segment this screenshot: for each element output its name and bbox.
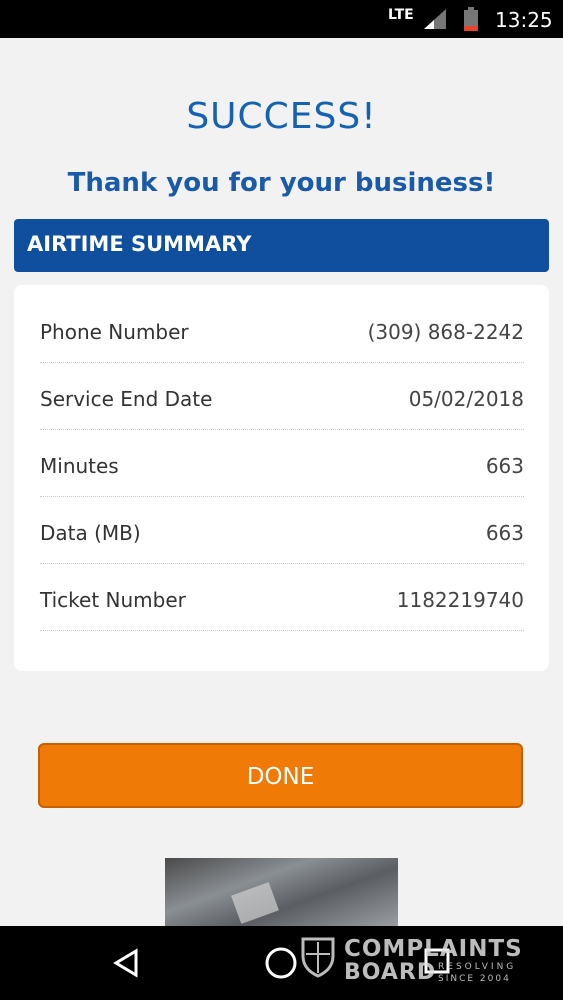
summary-row-service-end-date: Service End Date 05/02/2018 [40,362,524,430]
row-value: 663 [485,521,524,545]
shield-logo-icon [300,936,336,982]
back-icon[interactable] [112,948,140,982]
complaints-board-watermark: COMPLAINTS BOARD RESOLVING SINCE 2004 [300,930,530,990]
row-label: Service End Date [40,387,213,411]
signal-icon [424,9,446,33]
airtime-summary-title: AIRTIME SUMMARY [27,232,252,256]
summary-row-ticket-number: Ticket Number 1182219740 [40,563,524,631]
watermark-text: BOARD [344,960,437,985]
row-value: 1182219740 [396,588,524,612]
summary-row-minutes: Minutes 663 [40,429,524,497]
card-image-detail [231,882,279,924]
done-button[interactable]: DONE [38,743,523,808]
network-type: LTE [388,7,414,23]
clock: 13:25 [495,8,553,32]
watermark-text: COMPLAINTS [344,936,523,962]
battery-icon [464,7,478,35]
airtime-summary-header: AIRTIME SUMMARY [14,219,549,272]
row-label: Phone Number [40,320,189,344]
row-value: (309) 868-2242 [367,320,524,344]
summary-row-phone-number: Phone Number (309) 868-2242 [40,295,524,363]
airtime-summary-card: Phone Number (309) 868-2242 Service End … [14,285,549,671]
watermark-tagline: SINCE 2004 [438,974,511,984]
row-value: 05/02/2018 [408,387,524,411]
status-bar: LTE 13:25 [0,0,563,38]
row-value: 663 [485,454,524,478]
row-label: Data (MB) [40,521,141,545]
row-label: Minutes [40,454,119,478]
promo-image [165,858,398,930]
page-title: SUCCESS! [186,96,377,137]
summary-row-data: Data (MB) 663 [40,496,524,564]
thank-you-message: Thank you for your business! [67,168,496,198]
row-label: Ticket Number [40,588,186,612]
watermark-tagline: RESOLVING [438,962,517,972]
home-icon[interactable] [264,946,298,984]
